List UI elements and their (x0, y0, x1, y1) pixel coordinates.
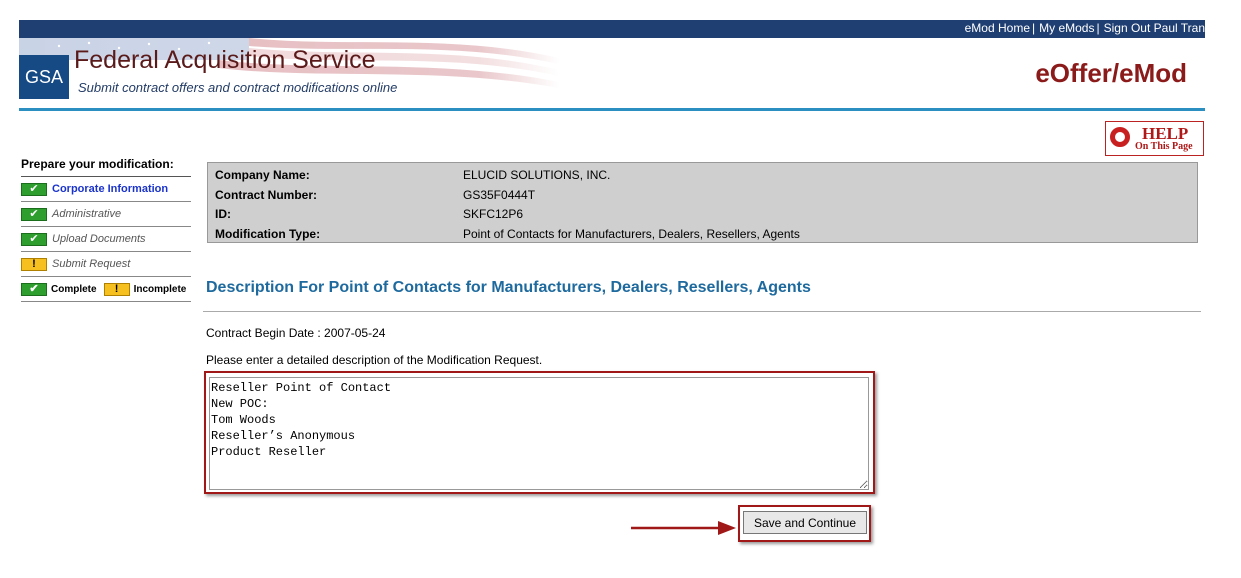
legend-complete-label: Complete (51, 283, 97, 295)
app-title: eOffer/eMod (1035, 58, 1187, 88)
checkmark-icon: ✔ (21, 207, 47, 221)
sidebar-item-upload-documents: ✔ Upload Documents (21, 227, 191, 252)
page-heading: Description For Point of Contacts for Ma… (206, 279, 811, 296)
info-label: Company Name: (215, 168, 310, 182)
description-textarea[interactable]: Reseller Point of Contact New POC: Tom W… (209, 377, 869, 490)
arrow-right-icon (631, 521, 736, 535)
info-value: GS35F0444T (463, 188, 536, 202)
top-nav-links: eMod Home | My eMods | Sign Out Paul Tran (964, 21, 1205, 35)
site-title: Federal Acquisition Service (74, 46, 376, 74)
contract-info-panel: Company Name: ELUCID SOLUTIONS, INC. Con… (207, 162, 1198, 243)
heading-divider (203, 311, 1201, 312)
top-nav-bar: eMod Home | My eMods | Sign Out Paul Tran (19, 20, 1205, 38)
emod-home-link[interactable]: eMod Home (965, 21, 1030, 35)
sidebar-item-label[interactable]: Corporate Information (52, 183, 168, 195)
my-emods-link[interactable]: My eMods (1039, 21, 1094, 35)
sidebar-item-administrative: ✔ Administrative (21, 202, 191, 227)
sidebar-item-corporate-information[interactable]: ✔ Corporate Information (21, 177, 191, 202)
info-label: Contract Number: (215, 188, 318, 202)
sidebar-item-label: Administrative (52, 208, 122, 220)
header-divider (19, 108, 1205, 111)
info-value: ELUCID SOLUTIONS, INC. (463, 168, 611, 182)
checkmark-icon: ✔ (21, 282, 47, 296)
info-label: Modification Type: (215, 227, 321, 241)
status-legend: ✔ Complete ! Incomplete (21, 277, 191, 302)
life-ring-icon (1110, 127, 1130, 147)
checkmark-icon: ✔ (21, 182, 47, 196)
gsa-logo: GSA (19, 55, 69, 99)
sidebar-item-submit-request: ! Submit Request (21, 252, 191, 277)
help-sublabel: On This Page (1135, 141, 1193, 152)
info-value: SKFC12P6 (463, 207, 524, 221)
checkmark-icon: ✔ (21, 232, 47, 246)
info-label: ID: (215, 207, 231, 221)
site-subtitle: Submit contract offers and contract modi… (78, 80, 398, 95)
info-value: Point of Contacts for Manufacturers, Dea… (463, 227, 800, 241)
sign-out-link[interactable]: Sign Out Paul Tran (1104, 21, 1205, 35)
site-header: GSA Federal Acquisition Service Submit c… (19, 38, 1205, 108)
sidebar-item-label: Submit Request (52, 258, 131, 270)
exclamation-icon: ! (21, 257, 47, 271)
legend-incomplete-label: Incomplete (133, 283, 187, 295)
progress-sidebar: Prepare your modification: ✔ Corporate I… (21, 157, 191, 302)
sidebar-item-label: Upload Documents (52, 233, 146, 245)
description-instruction: Please enter a detailed description of t… (206, 353, 543, 367)
save-and-continue-button[interactable]: Save and Continue (743, 511, 867, 534)
contract-begin-date: Contract Begin Date : 2007-05-24 (206, 326, 386, 340)
exclamation-icon: ! (103, 282, 130, 296)
sidebar-title: Prepare your modification: (21, 157, 191, 177)
help-on-this-page-button[interactable]: HELP On This Page (1105, 121, 1204, 156)
